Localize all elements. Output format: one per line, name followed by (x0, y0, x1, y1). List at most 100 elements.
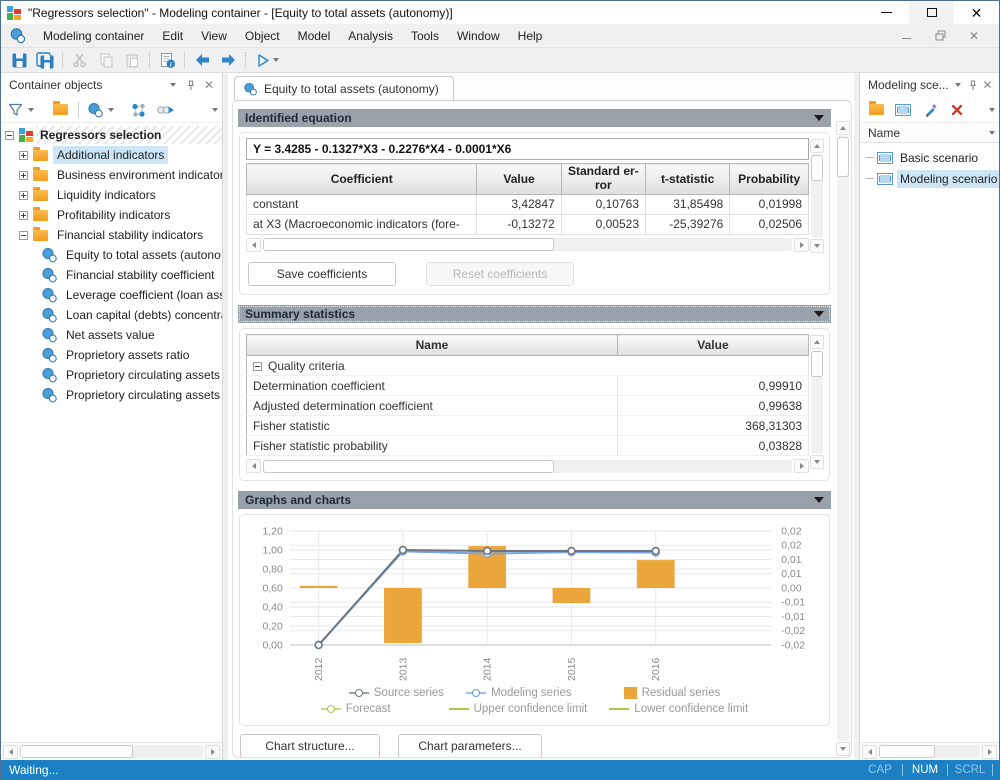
menu-analysis[interactable]: Analysis (339, 24, 402, 47)
scroll-down-icon[interactable] (810, 239, 824, 253)
menu-edit[interactable]: Edit (153, 24, 192, 47)
save-coefficients-button[interactable]: Save coefficients (248, 262, 396, 286)
scroll-up-icon[interactable] (810, 139, 824, 153)
chart-parameters-button[interactable]: Chart parameters... (398, 734, 542, 757)
summary-statistics-header[interactable]: Summary statistics (238, 305, 831, 323)
filter-dropdown-icon[interactable] (28, 108, 34, 112)
summary-table-vscrollbar[interactable] (809, 334, 825, 470)
scenario-item-basic[interactable]: Basic scenario (860, 147, 999, 168)
scroll-up-icon[interactable] (810, 335, 824, 349)
collapse-icon[interactable] (5, 131, 14, 140)
table-row[interactable]: at X3 (Macroeconomic indicators (fore- -… (247, 214, 809, 234)
forward-button[interactable] (216, 49, 240, 71)
col-name[interactable]: Name (247, 335, 618, 356)
equation-formula[interactable]: Y = 3.4285 - 0.1327*X3 - 0.2276*X4 - 0.0… (246, 138, 809, 160)
copy-button[interactable] (94, 49, 118, 71)
scrollbar-thumb[interactable] (879, 745, 935, 758)
scrollbar-thumb[interactable] (263, 460, 554, 473)
properties-button[interactable]: i (155, 49, 179, 71)
scroll-up-icon[interactable] (836, 121, 850, 135)
scroll-left-icon[interactable] (862, 745, 877, 759)
legend-upper-confidence[interactable]: Upper confidence limit (449, 703, 588, 715)
chart-structure-button[interactable]: Chart structure... (240, 734, 380, 757)
tree-root-regressors-selection[interactable]: Regressors selection (1, 125, 222, 145)
menu-help[interactable]: Help (509, 24, 552, 47)
tree-model-net-assets-value[interactable]: Net assets value (1, 325, 222, 345)
tab-equity-to-total-assets[interactable]: Equity to total assets (autonomy) (234, 76, 454, 100)
app-menu-icon[interactable] (9, 27, 26, 44)
save-all-button[interactable] (33, 49, 57, 71)
panel-close-button[interactable]: ✕ (200, 76, 218, 94)
scroll-left-icon[interactable] (246, 459, 261, 473)
table-row[interactable]: constant 3,42847 0,10763 31,85498 0,0199… (247, 194, 809, 214)
scrollbar-thumb[interactable] (837, 137, 849, 177)
model-group-button[interactable] (126, 99, 150, 121)
table-row[interactable]: Fisher statistic 368,31303 (247, 416, 809, 436)
right-panel-hscrollbar[interactable] (860, 742, 999, 760)
minimize-button[interactable] (864, 1, 909, 24)
left-panel-hscrollbar[interactable] (1, 742, 222, 760)
graphs-and-charts-header[interactable]: Graphs and charts (238, 491, 831, 509)
tree-folder-financial-stability[interactable]: Financial stability indicators (1, 225, 222, 245)
table-row[interactable]: Fisher statistic probability 0,03828 (247, 436, 809, 456)
panel-menu-button[interactable] (164, 76, 182, 94)
collapse-group-icon[interactable] (253, 362, 262, 371)
tree-model-financial-stability-coefficient[interactable]: Financial stability coefficient (1, 265, 222, 285)
menu-modeling-container[interactable]: Modeling container (34, 24, 153, 47)
tree-model-loan-capital-concentration[interactable]: Loan capital (debts) concentra (1, 305, 222, 325)
scrollbar-thumb[interactable] (20, 745, 133, 758)
mdi-restore-button[interactable] (923, 30, 957, 41)
col-t-statistic[interactable]: t-statistic (646, 164, 730, 195)
summary-table-hscrollbar[interactable] (246, 456, 809, 474)
legend-lower-confidence[interactable]: Lower confidence limit (609, 703, 748, 715)
tree-model-equity-to-total-assets[interactable]: Equity to total assets (autono (1, 245, 222, 265)
tree-folder-liquidity[interactable]: Liquidity indicators (1, 185, 222, 205)
panel-close-button[interactable]: ✕ (980, 76, 995, 94)
scroll-right-icon[interactable] (982, 745, 997, 759)
create-model-button[interactable] (85, 99, 105, 121)
maximize-button[interactable] (909, 1, 954, 24)
model-chart[interactable]: 0,000,200,400,600,801,001,20-0,02-0,02-0… (242, 519, 827, 685)
identified-equation-header[interactable]: Identified equation (238, 109, 831, 127)
edit-scenario-button[interactable] (918, 99, 942, 121)
expand-icon[interactable] (19, 211, 28, 220)
scroll-right-icon[interactable] (794, 459, 809, 473)
legend-forecast[interactable]: Forecast (321, 703, 391, 715)
scroll-down-icon[interactable] (836, 742, 850, 756)
col-standard-error[interactable]: Standard er-ror (561, 164, 645, 195)
reset-coefficients-button[interactable]: Reset coefficients (426, 262, 574, 286)
scroll-down-icon[interactable] (810, 455, 824, 469)
paste-button[interactable] (120, 49, 144, 71)
run-button[interactable] (251, 49, 283, 71)
back-button[interactable] (190, 49, 214, 71)
tree-folder-business-environment[interactable]: Business environment indicators (1, 165, 222, 185)
scenario-item-modeling[interactable]: Modeling scenario (860, 168, 999, 189)
scroll-left-icon[interactable] (246, 238, 261, 252)
model-dropdown-icon[interactable] (108, 108, 114, 112)
legend-modeling-series[interactable]: Modeling series (466, 687, 572, 699)
tree-model-proprietory-circulating-assets-1[interactable]: Proprietory circulating assets (1, 365, 222, 385)
menu-object[interactable]: Object (236, 24, 289, 47)
tree-folder-additional-indicators[interactable]: Additional indicators (1, 145, 222, 165)
panel-menu-button[interactable] (951, 76, 965, 94)
equation-table-hscrollbar[interactable] (246, 235, 809, 253)
menu-view[interactable]: View (192, 24, 236, 47)
mdi-close-button[interactable]: ✕ (957, 29, 991, 43)
model-chain-button[interactable] (153, 99, 177, 121)
close-button[interactable]: ✕ (954, 1, 999, 24)
create-folder-button[interactable] (48, 99, 72, 121)
scrollbar-thumb[interactable] (263, 238, 554, 251)
menu-tools[interactable]: Tools (402, 24, 448, 47)
scrollbar-thumb[interactable] (811, 351, 823, 377)
save-button[interactable] (7, 49, 31, 71)
run-dropdown-icon[interactable] (273, 58, 279, 62)
menu-model[interactable]: Model (289, 24, 340, 47)
create-scenario-button[interactable] (891, 99, 915, 121)
col-probability[interactable]: Probability (730, 164, 809, 195)
pin-button[interactable] (182, 76, 200, 94)
equation-table-vscrollbar[interactable] (809, 138, 825, 254)
table-row-group[interactable]: Quality criteria (247, 356, 809, 376)
cut-button[interactable] (68, 49, 92, 71)
delete-scenario-button[interactable] (945, 99, 969, 121)
scroll-right-icon[interactable] (205, 745, 220, 759)
